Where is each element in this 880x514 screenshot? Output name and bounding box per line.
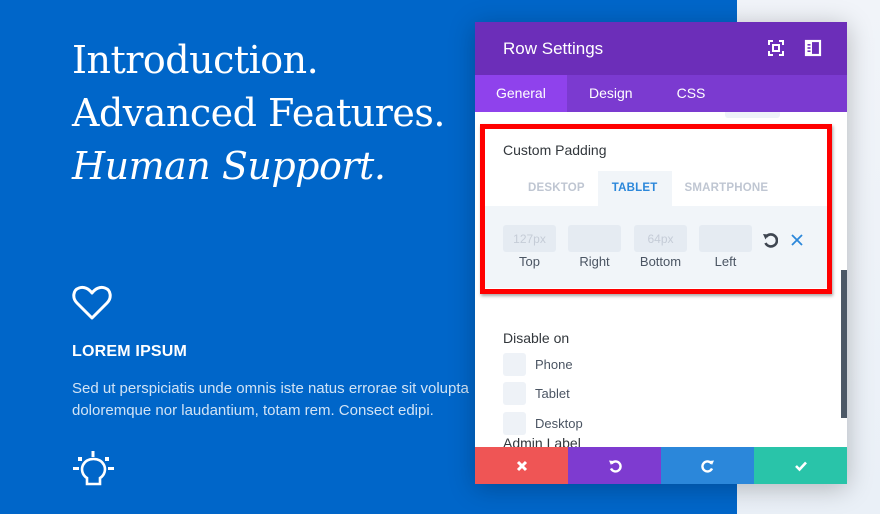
- sidebar-layout-icon[interactable]: [804, 39, 822, 57]
- padding-top-label: Top: [519, 254, 540, 269]
- row-settings-modal: Row Settings General Design CSS Custom P…: [475, 22, 847, 484]
- custom-padding-label: Custom Padding: [503, 142, 607, 158]
- padding-right-input[interactable]: [568, 225, 621, 252]
- save-button[interactable]: [754, 447, 847, 484]
- lightbulb-icon: [73, 451, 114, 486]
- disable-tablet-label: Tablet: [535, 386, 570, 401]
- device-tab-desktop[interactable]: DESKTOP: [515, 171, 598, 206]
- close-icon: [516, 460, 527, 471]
- padding-bottom-label: Bottom: [639, 254, 682, 269]
- heart-icon: [72, 285, 112, 320]
- tab-design[interactable]: Design: [567, 75, 655, 112]
- tab-css[interactable]: CSS: [655, 75, 728, 112]
- device-tab-tablet[interactable]: TABLET: [597, 171, 672, 206]
- disable-tablet-checkbox[interactable]: [503, 382, 526, 405]
- modal-title: Row Settings: [503, 39, 604, 58]
- padding-top-field: Top: [503, 225, 556, 269]
- padding-bottom-field: Bottom: [634, 225, 687, 269]
- hero-line-3: Human Support.: [72, 144, 386, 188]
- feature-text-line-1: Sed ut perspiciatis unde omnis iste natu…: [72, 380, 469, 397]
- feature-title: LOREM IPSUM: [72, 343, 188, 360]
- disable-tablet-option[interactable]: Tablet: [503, 382, 570, 405]
- disable-desktop-option[interactable]: Desktop: [503, 412, 583, 435]
- padding-bottom-input[interactable]: [634, 225, 687, 252]
- disable-on-label: Disable on: [503, 330, 570, 346]
- padding-fields: Top Right Bottom Left: [485, 206, 827, 288]
- device-tab-smartphone[interactable]: SMARTPHONE: [672, 171, 782, 206]
- disable-phone-checkbox[interactable]: [503, 353, 526, 376]
- redo-button[interactable]: [661, 447, 754, 484]
- disable-phone-option[interactable]: Phone: [503, 353, 573, 376]
- previous-field-edge: [725, 112, 780, 118]
- admin-label-heading: Admin Label: [503, 435, 581, 447]
- padding-left-field: Left: [699, 225, 752, 269]
- modal-header: Row Settings: [475, 22, 847, 75]
- padding-right-field: Right: [568, 225, 621, 269]
- tab-general[interactable]: General: [475, 75, 567, 112]
- undo-icon: [608, 459, 622, 473]
- hero-line-2: Advanced Features.: [72, 91, 445, 135]
- checkmark-icon: [794, 461, 807, 471]
- modal-footer: [475, 447, 847, 484]
- disable-desktop-label: Desktop: [535, 416, 583, 431]
- hero-line-1: Introduction.: [72, 38, 319, 82]
- padding-right-label: Right: [579, 254, 610, 269]
- undo-button[interactable]: [568, 447, 661, 484]
- feature-description: Sed ut perspiciatis unde omnis iste natu…: [72, 378, 492, 422]
- padding-left-input[interactable]: [699, 225, 752, 252]
- hero-heading: Introduction. Advanced Features. Human S…: [72, 34, 445, 193]
- expand-icon[interactable]: [767, 39, 785, 57]
- disable-desktop-checkbox[interactable]: [503, 412, 526, 435]
- reset-icon[interactable]: [762, 232, 778, 248]
- device-tabs: DESKTOP TABLET SMARTPHONE: [515, 171, 781, 206]
- cancel-button[interactable]: [475, 447, 568, 484]
- feature-text-line-2: doloremque nor laudantium, totam rem. Co…: [72, 402, 434, 419]
- modal-tabs: General Design CSS: [475, 75, 847, 112]
- modal-body: Custom Padding DESKTOP TABLET SMARTPHONE…: [475, 112, 847, 447]
- padding-top-input[interactable]: [503, 225, 556, 252]
- modal-scrollbar[interactable]: [841, 270, 847, 418]
- disable-phone-label: Phone: [535, 357, 573, 372]
- redo-icon: [700, 459, 714, 473]
- padding-left-label: Left: [714, 254, 737, 269]
- close-icon[interactable]: [790, 233, 804, 247]
